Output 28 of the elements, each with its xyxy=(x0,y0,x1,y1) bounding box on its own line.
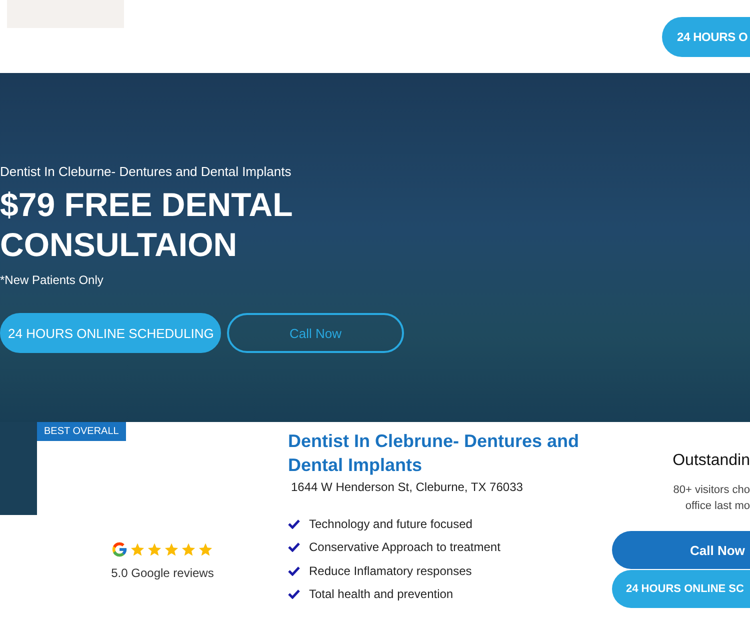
star-icon xyxy=(181,542,196,557)
star-icon xyxy=(130,542,146,557)
checkmark-icon xyxy=(288,542,300,552)
checkmark-icon xyxy=(288,518,300,529)
reviews-label: 5.0 Google reviews xyxy=(111,566,214,580)
scheduling-button[interactable]: 24 HOURS ONLINE SC xyxy=(612,570,750,608)
hero-headline: $79 FREE DENTAL CONSULTAION xyxy=(0,185,294,265)
star-icon xyxy=(164,542,180,557)
best-overall-badge: BEST OVERALL xyxy=(37,422,126,441)
scheduling-button[interactable]: 24 HOURS ONLINE SCHEDULING xyxy=(0,313,221,353)
checkmark-icon xyxy=(288,566,300,576)
feature-text: Technology and future focused xyxy=(309,516,472,531)
call-button[interactable]: Call Now xyxy=(227,313,404,353)
star-icon xyxy=(147,542,162,557)
side-text: 80+ visitors cho office last mo xyxy=(673,483,750,514)
feature-text: Total health and prevention xyxy=(309,587,454,602)
feature-text: Conservative Approach to treatment xyxy=(309,540,500,554)
hero-subtitle: Dentist In Cleburne- Dentures and Dental Implants xyxy=(0,164,292,179)
scheduling-button[interactable]: 24 HOURS O xyxy=(662,17,750,57)
practice-title: Dentist In Clebrune- Dentures and Dental Implants xyxy=(288,430,580,477)
side-heading: Outstandin xyxy=(672,452,750,470)
call-button[interactable]: Call Now xyxy=(612,531,750,569)
checkmark-icon xyxy=(288,589,300,600)
feature-text: Reduce Inflamatory responses xyxy=(309,564,472,578)
hero-note: *New Patients Only xyxy=(0,273,104,287)
google-icon xyxy=(111,541,128,558)
star-icon xyxy=(198,542,214,557)
address-text: 1644 W Henderson St, Cleburne, TX 76033 xyxy=(291,480,524,494)
